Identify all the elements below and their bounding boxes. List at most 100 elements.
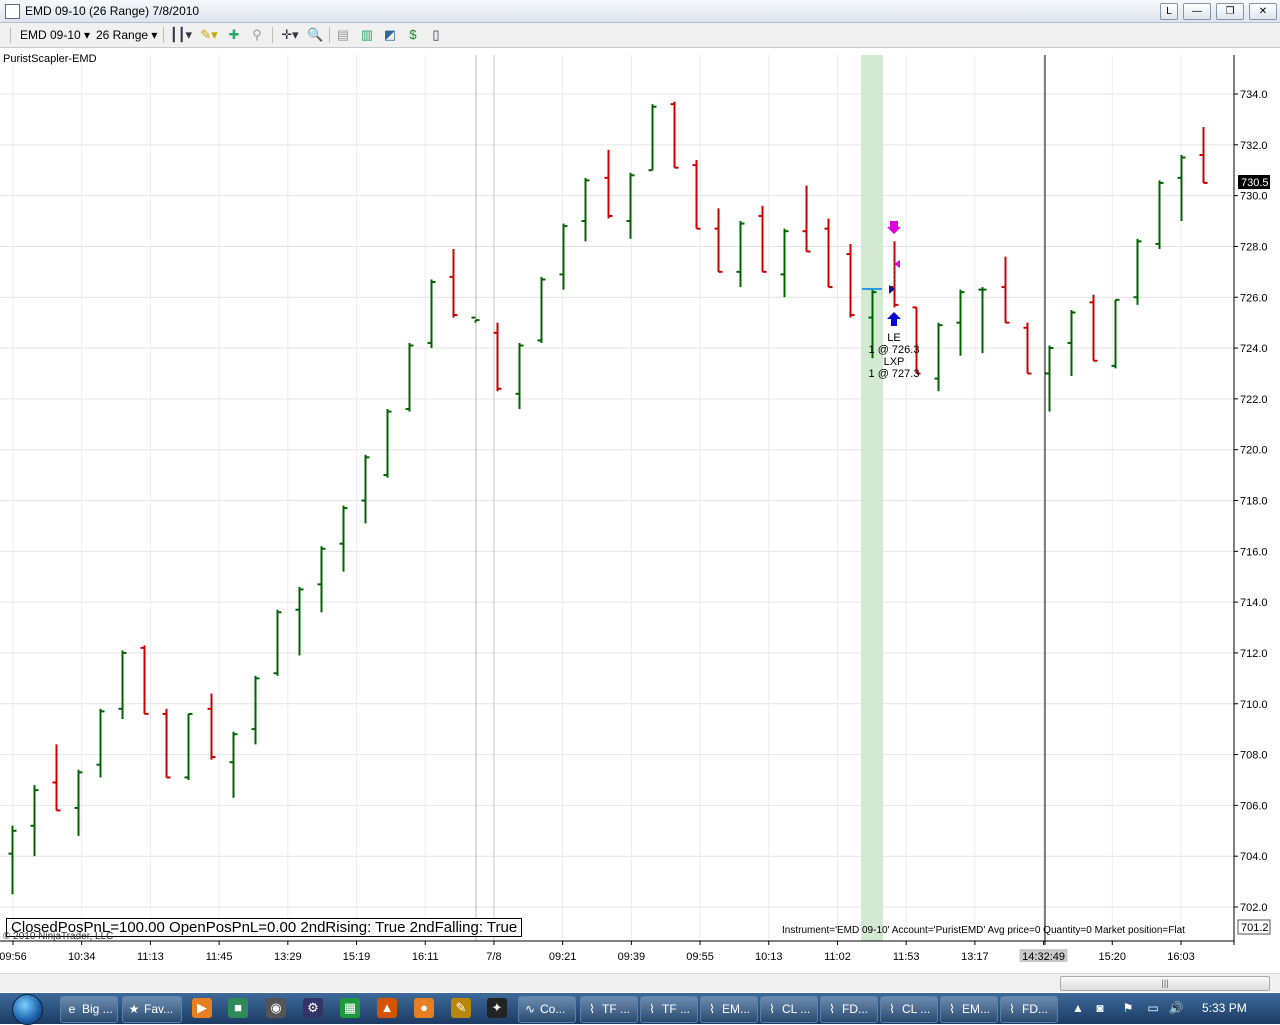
taskbar-button-favorites[interactable]: ★ Fav... <box>122 996 182 1023</box>
period-selector[interactable]: 26 Range ▾ <box>96 26 157 44</box>
price-tick-label: 714.0 <box>1240 597 1268 609</box>
camera-icon[interactable]: ◉ <box>266 998 286 1018</box>
windows-taskbar: e Big ... ★ Fav... ▶ ■ ◉ ⚙ ▦ ▲ ● ✎ ✦ ∿ Co..… <box>0 993 1280 1025</box>
time-tick-label: 11:53 <box>893 951 920 963</box>
properties-icon[interactable]: ▥ <box>359 27 375 43</box>
chart-icon: ⌇ <box>769 1002 775 1016</box>
ohlc-bar <box>956 289 965 356</box>
ohlc-bar <box>604 149 613 219</box>
action-center-flag-icon[interactable]: ⚑ <box>1120 999 1136 1017</box>
ohlc-bar <box>449 248 458 318</box>
price-tick-label: 720.0 <box>1240 445 1268 457</box>
ohlc-bar <box>184 712 193 780</box>
ohlc-bar <box>162 708 171 779</box>
start-button[interactable] <box>12 994 43 1025</box>
ohlc-bar <box>405 342 414 412</box>
taskbar-button-chart[interactable]: ⌇ EM... <box>700 996 758 1023</box>
price-tick-label: 712.0 <box>1240 648 1268 660</box>
firefox-icon[interactable]: ● <box>414 998 434 1018</box>
app-icon <box>5 4 20 19</box>
ohlc-bar <box>383 409 392 478</box>
tool-icon[interactable]: ⚙ <box>303 998 323 1018</box>
crosshair-icon[interactable]: ✛▾ <box>278 27 302 43</box>
price-tick-label: 728.0 <box>1240 241 1268 253</box>
network-icon[interactable]: ▭ <box>1145 999 1161 1017</box>
scrollbar-thumb[interactable]: ||| <box>1060 976 1270 991</box>
time-tick-label: 10:13 <box>755 951 783 963</box>
time-tick-label: 10:34 <box>68 951 96 963</box>
ohlc-bar <box>251 675 260 745</box>
taskbar-button-chart[interactable]: ⌇ CL ... <box>880 996 938 1023</box>
price-tick-label: 724.0 <box>1240 343 1268 355</box>
zoom-icon[interactable]: 🔍 <box>307 27 323 43</box>
current-price-label: 730.5 <box>1241 177 1269 189</box>
taskbar-button-chart[interactable]: ⌇ TF ... <box>580 996 638 1023</box>
strategy-icon[interactable]: ◩ <box>382 27 398 43</box>
dollar-icon[interactable]: $ <box>405 27 421 43</box>
ohlc-bar <box>1045 345 1054 412</box>
add-indicator-icon[interactable]: ✚ <box>226 27 242 43</box>
price-tick-label: 718.0 <box>1240 496 1268 508</box>
price-tick-label: 734.0 <box>1240 89 1268 101</box>
horizontal-scrollbar[interactable]: ||| <box>0 973 1280 992</box>
taskbar-button-chart[interactable]: ⌇ FD... <box>820 996 878 1023</box>
account-status-line: Instrument='EMD 09-10' Account='PuristEM… <box>782 925 1185 936</box>
link-button[interactable]: L <box>1160 3 1178 20</box>
show-hidden-icons[interactable]: ▲ <box>1070 999 1086 1017</box>
time-tick-label: 16:11 <box>412 951 439 963</box>
taskbar-button-chart[interactable]: ⌇ FD... <box>1000 996 1058 1023</box>
taskbar-button-ie[interactable]: e Big ... <box>60 996 118 1023</box>
ohlc-bar <box>692 160 701 230</box>
time-tick-label: 15:20 <box>1099 951 1127 963</box>
time-tick-label: 11:13 <box>137 951 164 963</box>
chart-icon: ⌇ <box>1009 1002 1015 1016</box>
ohlc-bar <box>648 104 657 172</box>
ohlc-bar <box>96 708 105 778</box>
media-player-icon[interactable]: ▶ <box>192 998 212 1018</box>
taskbar-button-chart[interactable]: ⌇ CL ... <box>760 996 818 1023</box>
ohlc-bar <box>1001 256 1010 324</box>
remove-indicator-icon[interactable]: ⚲ <box>249 27 265 43</box>
spreadsheet-icon[interactable]: ▦ <box>340 998 360 1018</box>
taskbar-button-control-center[interactable]: ∿ Co... <box>518 996 576 1023</box>
taskbar-clock[interactable]: 5:33 PM <box>1202 1001 1247 1015</box>
price-chart[interactable]: 702.0 704.0 706.0 708.0 710.0 712.0 714.0 716.0… <box>0 52 1280 970</box>
app-icon-dark[interactable]: ✦ <box>487 998 507 1018</box>
ninja-icon: ∿ <box>524 1002 536 1016</box>
time-tick-label: 09:21 <box>549 951 577 963</box>
ohlc-bar <box>118 650 127 719</box>
ohlc-bar <box>1177 154 1186 222</box>
title-bar: EMD 09-10 (26 Range) 7/8/2010 L — ❐ ✕ <box>0 0 1280 23</box>
data-box-icon[interactable]: ▯ <box>428 27 444 43</box>
price-axis: 702.0 704.0 706.0 708.0 710.0 712.0 714.0 716.0… <box>1234 89 1268 914</box>
close-button[interactable]: ✕ <box>1249 3 1277 20</box>
window-title: EMD 09-10 (26 Range) 7/8/2010 <box>25 4 200 18</box>
pen-icon[interactable]: ✎ <box>451 998 471 1018</box>
time-tick-label: 11:02 <box>824 951 851 963</box>
taskbar-button-chart[interactable]: ⌇ EM... <box>940 996 998 1023</box>
bottom-price-label: 701.2 <box>1241 922 1269 934</box>
chart-toolbar: EMD 09-10 ▾ 26 Range ▾ ┃┃▾ ✎▾ ✚ ⚲ ✛▾ 🔍 ▤… <box>0 23 1280 48</box>
chart-style-icon[interactable]: ▤ <box>335 27 351 43</box>
chart-icon: ⌇ <box>949 1002 955 1016</box>
volume-icon[interactable]: 🔊 <box>1168 999 1184 1017</box>
star-icon: ★ <box>128 1002 140 1016</box>
toolbar-grip <box>10 27 11 43</box>
tray-app-icon[interactable]: ◙ <box>1092 999 1108 1017</box>
toolbar-separator <box>329 27 330 43</box>
instrument-selector[interactable]: EMD 09-10 ▾ <box>20 26 90 44</box>
restore-button[interactable]: ❐ <box>1216 3 1244 20</box>
bar-type-icon[interactable]: ┃┃▾ <box>169 27 193 43</box>
office-icon[interactable]: ■ <box>228 998 248 1018</box>
minimize-button[interactable]: — <box>1183 3 1211 20</box>
drawing-tool-icon[interactable]: ✎▾ <box>197 27 221 43</box>
ohlc-bar <box>934 322 943 392</box>
vlc-icon[interactable]: ▲ <box>377 998 397 1018</box>
ohlc-bar <box>1089 294 1098 362</box>
price-tick-label: 726.0 <box>1240 292 1268 304</box>
exit-arrow-icon <box>887 221 901 234</box>
ohlc-bar <box>30 785 39 857</box>
ohlc-bar <box>736 221 745 288</box>
taskbar-button-chart[interactable]: ⌇ TF ... <box>640 996 698 1023</box>
price-tick-label: 716.0 <box>1240 546 1268 558</box>
